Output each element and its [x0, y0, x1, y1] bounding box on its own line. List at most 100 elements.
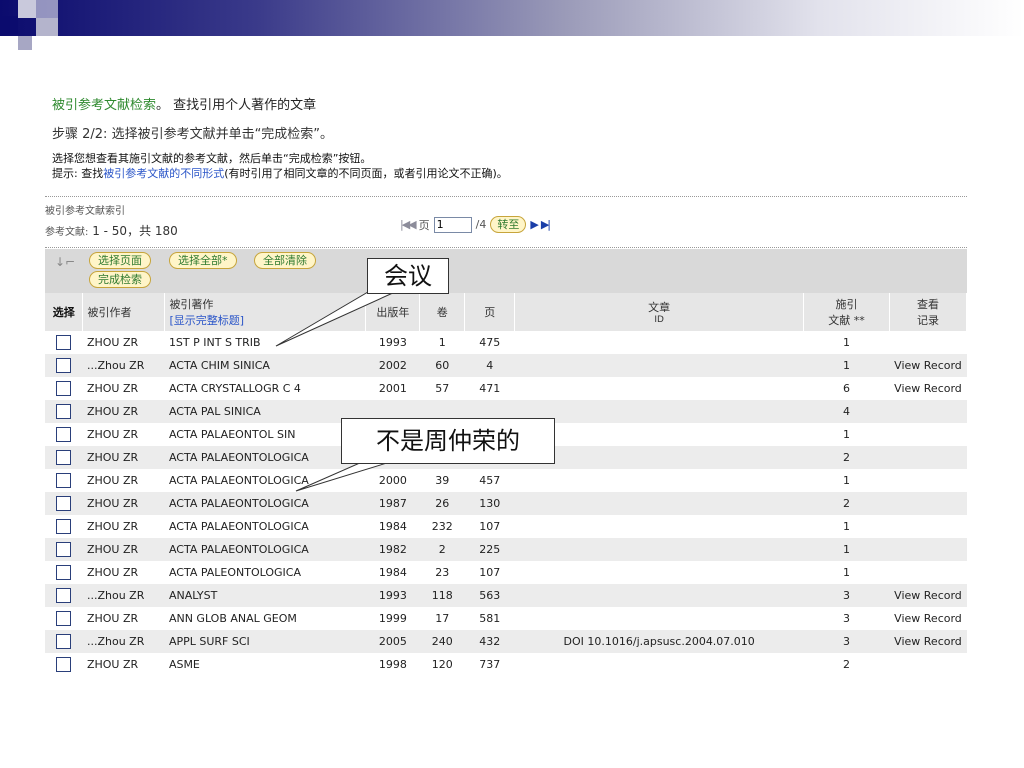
view-record-link[interactable]	[889, 446, 967, 469]
row-checkbox[interactable]	[56, 473, 72, 488]
row-checkbox-cell	[45, 538, 83, 561]
hint-suffix: (有时引用了相同文章的不同页面，或者引用论文不正确)。	[224, 167, 508, 180]
cell-article	[514, 400, 804, 423]
cell-article	[514, 331, 804, 354]
col-work: 被引著作 [显示完整标题]	[164, 293, 367, 331]
table-row: ...Zhou ZR ACTA CHIM SINICA 2002 60 4 1 …	[45, 354, 967, 377]
view-record-link[interactable]	[889, 331, 967, 354]
row-checkbox[interactable]	[56, 450, 72, 465]
last-page-icon[interactable]: ▶|	[541, 218, 551, 231]
col-citing: 施引 文献 **	[803, 293, 890, 331]
view-record-link[interactable]	[889, 469, 967, 492]
col-citing-sub: 文献 **	[828, 314, 865, 327]
cell-page: 4	[464, 354, 515, 377]
col-select: 选择	[45, 293, 84, 331]
row-checkbox[interactable]	[56, 519, 72, 534]
row-checkbox[interactable]	[56, 657, 72, 672]
next-page-icon[interactable]: ▶	[530, 218, 539, 231]
cell-author: ZHOU ZR	[82, 515, 165, 538]
divider	[45, 196, 967, 197]
hint-line: 提示: 查找被引参考文献的不同形式(有时引用了相同文章的不同页面，或者引用论文不…	[52, 166, 508, 181]
row-checkbox[interactable]	[56, 611, 72, 626]
cell-author: ZHOU ZR	[82, 423, 165, 446]
view-record-link[interactable]	[889, 423, 967, 446]
cell-citing: 2	[803, 446, 890, 469]
cell-work: ACTA PALAEONTOLOGICA	[164, 446, 366, 469]
cell-article	[514, 423, 804, 446]
cell-author: ZHOU ZR	[82, 538, 165, 561]
cell-work: APPL SURF SCI	[164, 630, 366, 653]
title-link[interactable]: 被引参考文献检索	[52, 98, 156, 113]
col-article: 文章 ID	[514, 293, 805, 331]
cell-citing: 1	[803, 515, 890, 538]
cell-year: 1984	[365, 561, 420, 584]
table-row: ...Zhou ZR ANALYST 1993 118 563 3 View R…	[45, 584, 967, 607]
view-record-link[interactable]: View Record	[889, 354, 967, 377]
cell-work: ACTA PALAEONTOLOGICA	[164, 538, 366, 561]
row-checkbox[interactable]	[56, 404, 72, 419]
count-label: 参考文献:	[45, 227, 89, 238]
col-view-label: 查看	[916, 298, 939, 311]
view-record-link[interactable]: View Record	[889, 584, 967, 607]
cell-work: ACTA CRYSTALLOGR C 4	[164, 377, 366, 400]
row-checkbox[interactable]	[56, 542, 72, 557]
view-record-link[interactable]	[889, 515, 967, 538]
view-record-link[interactable]	[889, 492, 967, 515]
cell-author: ZHOU ZR	[82, 446, 165, 469]
row-checkbox[interactable]	[56, 496, 72, 511]
row-checkbox-cell	[45, 584, 83, 607]
view-record-link[interactable]	[889, 561, 967, 584]
cell-year: 2000	[365, 469, 420, 492]
view-record-link[interactable]: View Record	[889, 377, 967, 400]
page-input[interactable]	[433, 216, 472, 233]
row-checkbox[interactable]	[56, 565, 72, 580]
row-checkbox[interactable]	[56, 634, 72, 649]
finish-search-button[interactable]: 完成检索	[89, 271, 151, 288]
cell-citing: 3	[803, 607, 890, 630]
row-checkbox[interactable]	[56, 381, 72, 396]
cell-work: ASME	[164, 653, 366, 676]
cell-citing: 2	[803, 492, 890, 515]
callout-conference: 会议	[367, 258, 449, 294]
cell-article	[514, 607, 804, 630]
cell-volume: 118	[419, 584, 465, 607]
view-record-link[interactable]	[889, 538, 967, 561]
view-record-link[interactable]	[889, 653, 967, 676]
cell-work: ANN GLOB ANAL GEOM	[164, 607, 366, 630]
row-checkbox[interactable]	[56, 588, 72, 603]
cell-work: ACTA PALEONTOLOGICA	[164, 561, 366, 584]
col-author: 被引作者	[82, 293, 166, 331]
clear-all-button[interactable]: 全部清除	[254, 252, 316, 269]
result-count: 参考文献: 1 - 50，共 180	[45, 222, 178, 239]
cell-year: 1993	[365, 584, 420, 607]
cell-page: 457	[464, 469, 515, 492]
cell-page: 225	[464, 538, 515, 561]
goto-button[interactable]: 转至	[490, 216, 527, 233]
cell-volume: 23	[419, 561, 465, 584]
cell-article	[514, 469, 804, 492]
row-checkbox[interactable]	[56, 358, 72, 373]
col-article-label: 文章	[648, 301, 671, 314]
select-page-button[interactable]: 选择页面	[89, 252, 151, 269]
cell-work: ACTA CHIM SINICA	[164, 354, 366, 377]
view-record-link[interactable]	[889, 400, 967, 423]
table-row: ZHOU ZR ACTA PALAEONTOLOGICA 2000 39 457…	[45, 469, 967, 492]
header-square	[36, 18, 58, 36]
view-record-link[interactable]: View Record	[889, 607, 967, 630]
cell-year: 2002	[365, 354, 420, 377]
show-full-title-link[interactable]: [显示完整标题]	[169, 312, 361, 328]
table-row: ZHOU ZR ACTA PALAEONTOLOGICA 1982 2 225 …	[45, 538, 967, 561]
first-page-icon[interactable]: |◀◀	[400, 218, 417, 231]
select-all-button[interactable]: 选择全部*	[169, 252, 237, 269]
row-checkbox[interactable]	[56, 335, 72, 350]
hint-link[interactable]: 被引参考文献的不同形式	[103, 167, 224, 180]
cell-author: ZHOU ZR	[82, 561, 165, 584]
cell-volume: 1	[419, 331, 465, 354]
view-record-link[interactable]: View Record	[889, 630, 967, 653]
page-title: 被引参考文献检索。 查找引用个人著作的文章	[52, 94, 316, 113]
cell-author: ...Zhou ZR	[82, 584, 165, 607]
row-checkbox-cell	[45, 607, 83, 630]
cell-volume: 26	[419, 492, 465, 515]
row-checkbox[interactable]	[56, 427, 72, 442]
cell-work: ACTA PALAEONTOL SIN	[164, 423, 366, 446]
